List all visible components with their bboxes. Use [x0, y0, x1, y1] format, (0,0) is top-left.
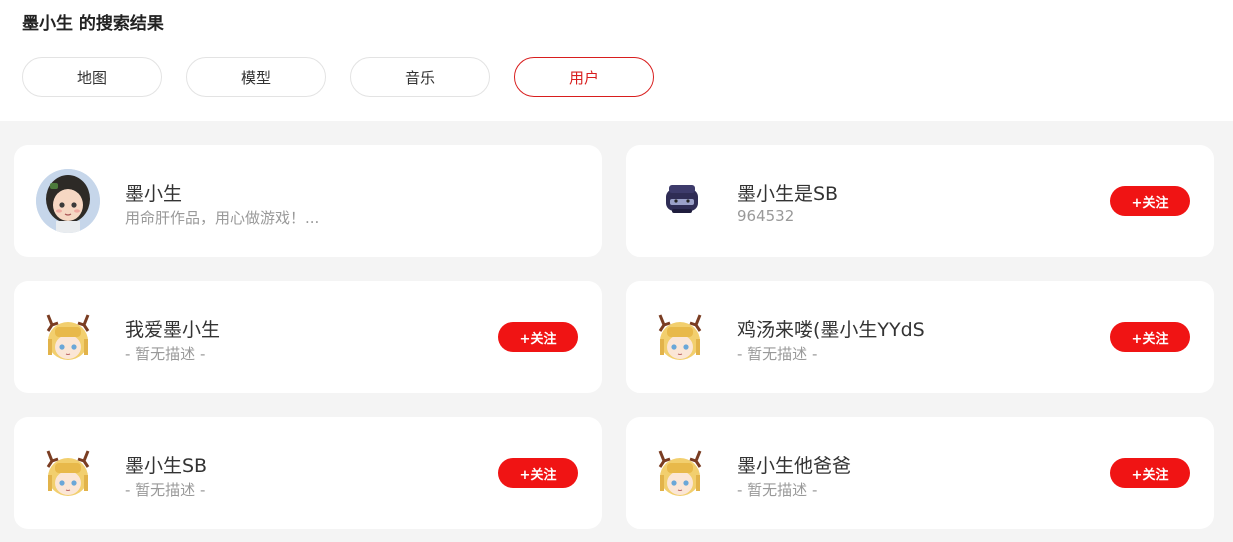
- user-name[interactable]: 墨小生他爸爸: [737, 451, 851, 478]
- user-description: - 暂无描述 -: [737, 481, 818, 499]
- user-card[interactable]: 墨小生是SB 964532 +关注: [626, 145, 1214, 257]
- user-name[interactable]: 我爱墨小生: [125, 315, 220, 342]
- user-avatar[interactable]: [648, 169, 712, 233]
- antler-girl-avatar-icon: [46, 314, 90, 360]
- user-card[interactable]: 墨小生SB - 暂无描述 - +关注: [14, 417, 602, 529]
- tab-maps[interactable]: 地图: [22, 57, 162, 97]
- tab-music[interactable]: 音乐: [350, 57, 490, 97]
- user-description: - 暂无描述 -: [125, 481, 206, 499]
- page-title: 墨小生 的搜索结果: [22, 14, 164, 34]
- user-avatar[interactable]: [36, 169, 100, 233]
- user-card[interactable]: 我爱墨小生 - 暂无描述 - +关注: [14, 281, 602, 393]
- user-name[interactable]: 墨小生SB: [125, 451, 207, 478]
- user-avatar[interactable]: [36, 441, 100, 505]
- user-name[interactable]: 鸡汤来喽(墨小生YYdS: [737, 315, 925, 342]
- category-tabs: 地图 模型 音乐 用户: [22, 57, 678, 97]
- follow-button[interactable]: +关注: [1110, 458, 1190, 488]
- search-header: 墨小生 的搜索结果 地图 模型 音乐 用户: [0, 0, 1233, 121]
- user-card[interactable]: 墨小生 用命肝作品，用心做游戏！...: [14, 145, 602, 257]
- follow-button[interactable]: +关注: [1110, 322, 1190, 352]
- antler-girl-avatar-icon: [658, 450, 702, 496]
- antler-girl-avatar-icon: [658, 314, 702, 360]
- user-name[interactable]: 墨小生: [125, 179, 182, 206]
- follow-button[interactable]: +关注: [498, 458, 578, 488]
- user-description: - 暂无描述 -: [125, 345, 206, 363]
- girl-character-avatar-icon: [36, 169, 100, 233]
- user-avatar[interactable]: [648, 305, 712, 369]
- tab-users[interactable]: 用户: [514, 57, 654, 97]
- user-avatar[interactable]: [648, 441, 712, 505]
- user-card[interactable]: 墨小生他爸爸 - 暂无描述 - +关注: [626, 417, 1214, 529]
- follow-button[interactable]: +关注: [1110, 186, 1190, 216]
- user-results: 墨小生 用命肝作品，用心做游戏！... 墨小生是SB 964532 +关注 我爱…: [0, 121, 1233, 542]
- dark-blob-avatar-icon: [666, 185, 698, 213]
- follow-button[interactable]: +关注: [498, 322, 578, 352]
- user-description: 用命肝作品，用心做游戏！...: [125, 209, 320, 227]
- tab-models[interactable]: 模型: [186, 57, 326, 97]
- user-description: - 暂无描述 -: [737, 345, 818, 363]
- user-description: 964532: [737, 207, 795, 225]
- antler-girl-avatar-icon: [46, 450, 90, 496]
- user-card[interactable]: 鸡汤来喽(墨小生YYdS - 暂无描述 - +关注: [626, 281, 1214, 393]
- user-name[interactable]: 墨小生是SB: [737, 179, 838, 206]
- user-avatar[interactable]: [36, 305, 100, 369]
